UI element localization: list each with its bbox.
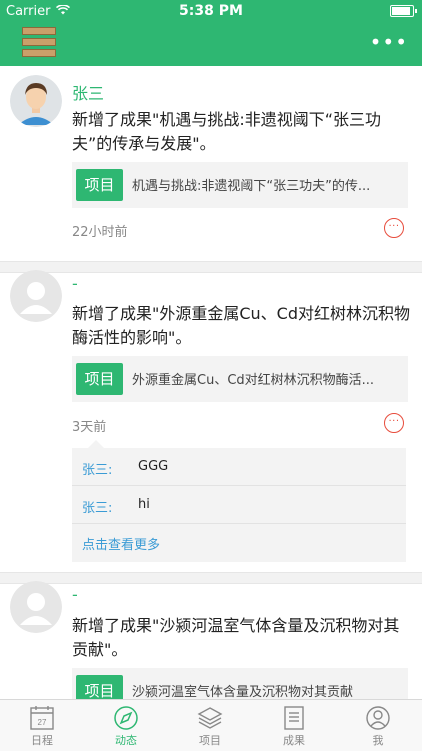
calendar-day: 27 [38,718,47,727]
calendar-icon: 27 [30,706,54,730]
tab-projects[interactable]: 项目 [168,700,252,751]
tab-activity[interactable]: 动态 [84,700,168,751]
project-card[interactable]: 项目 沙颍河温室气体含量及沉积物对其贡献 [72,668,408,699]
layers-icon [197,707,223,729]
compass-icon [114,706,138,730]
nav-bar: ••• [0,22,422,66]
app-logo[interactable] [22,27,56,59]
tab-label: 成果 [283,734,305,747]
status-time: 5:38 PM [179,3,243,19]
tab-results[interactable]: 成果 [252,700,336,751]
project-title: 沙颍河温室气体含量及沉积物对其贡献 [132,685,354,699]
project-tag: 项目 [76,675,123,699]
battery-icon [390,5,417,17]
feed-post: - 新增了成果"沙颍河温室气体含量及沉积物对其贡献"。 项目 沙颍河温室气体含量… [0,66,422,699]
document-icon [284,706,304,730]
more-menu-button[interactable]: ••• [370,30,408,54]
activity-feed[interactable]: 张三 新增了成果"机遇与挑战:非遗视阈下“张三功夫”的传承与发展"。 项目 机遇… [0,66,422,699]
tab-me[interactable]: 我 [336,700,420,751]
tab-bar: 27 日程 动态 项目 成果 我 [0,699,422,751]
status-bar: Carrier 5:38 PM [0,0,422,22]
avatar[interactable] [10,581,62,633]
tab-label: 项目 [199,734,221,747]
person-icon [366,706,390,730]
tab-label: 日程 [31,734,53,747]
post-content: 新增了成果"沙颍河温室气体含量及沉积物对其贡献"。 [72,616,400,659]
tab-schedule[interactable]: 27 日程 [0,700,84,751]
default-avatar-icon [10,581,62,633]
tab-label: 动态 [115,734,137,747]
post-author[interactable]: - [72,585,78,604]
tab-label: 我 [372,734,384,747]
